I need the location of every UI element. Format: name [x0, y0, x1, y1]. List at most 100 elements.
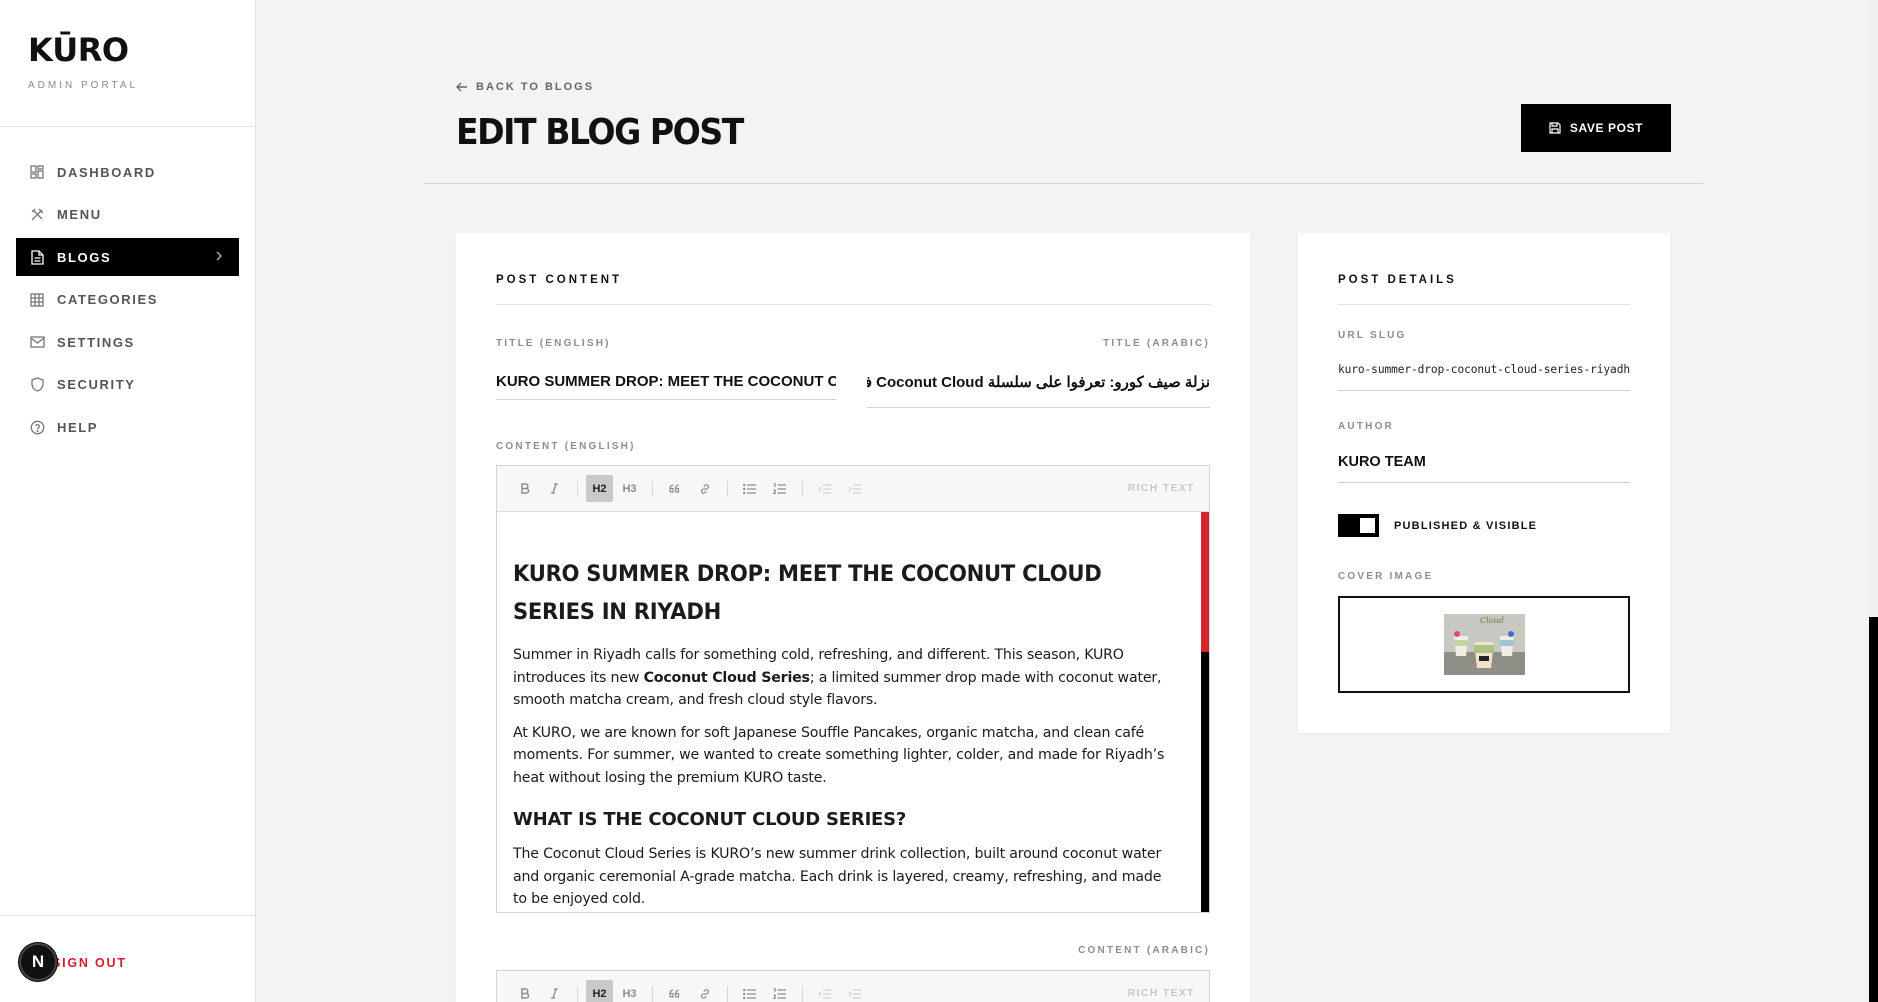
- bullet-list-button[interactable]: [736, 475, 763, 502]
- published-label: PUBLISHED & VISIBLE: [1394, 520, 1538, 532]
- bold-icon: [520, 988, 529, 999]
- content-paragraph: Summer in Riyadh calls for something col…: [513, 647, 1162, 708]
- sidebar-item-label: SECURITY: [57, 377, 136, 392]
- page-title: EDIT BLOG POST: [456, 112, 744, 153]
- toolbar-separator: [802, 480, 803, 497]
- editor-scrollbar-thumb[interactable]: [1201, 512, 1209, 652]
- published-toggle[interactable]: [1338, 514, 1379, 537]
- toolbar-separator: [727, 480, 728, 497]
- back-to-blogs-link[interactable]: BACK TO BLOGS: [456, 81, 594, 93]
- numbered-list-icon: [773, 483, 786, 494]
- sidebar: KŪRO ADMIN PORTAL DASHBOARD MENU BLOGS C…: [0, 0, 256, 1002]
- content-heading-3: WHAT IS THE COCONUT CLOUD SERIES?: [513, 809, 907, 830]
- rich-text-label: RICH TEXT: [1127, 988, 1195, 999]
- sidebar-item-dashboard[interactable]: DASHBOARD: [16, 153, 239, 191]
- heading-3-button[interactable]: H3: [616, 475, 643, 502]
- title-en-label: TITLE (ENGLISH): [496, 338, 611, 349]
- italic-button[interactable]: [541, 980, 568, 1002]
- italic-button[interactable]: [541, 475, 568, 502]
- sidebar-item-label: CATEGORIES: [57, 292, 158, 307]
- sidebar-item-help[interactable]: HELP: [16, 408, 239, 446]
- post-details-heading: POST DETAILS: [1338, 274, 1457, 286]
- arrow-left-icon: [456, 82, 467, 92]
- author-input[interactable]: KURO TEAM: [1338, 454, 1630, 483]
- numbered-list-button[interactable]: [766, 980, 793, 1002]
- rich-text-label: RICH TEXT: [1127, 483, 1195, 494]
- heading-3-button[interactable]: H3: [616, 980, 643, 1002]
- bullet-list-icon: [743, 483, 756, 494]
- utensils-icon: [29, 207, 45, 223]
- sidebar-item-security[interactable]: SECURITY: [16, 366, 239, 404]
- sidebar-item-categories[interactable]: CATEGORIES: [16, 281, 239, 319]
- help-icon: [29, 419, 45, 435]
- divider: [496, 304, 1210, 305]
- page-header: BACK TO BLOGS EDIT BLOG POST SAVE POST: [423, 42, 1703, 184]
- toolbar-separator: [577, 480, 578, 497]
- content-arabic-editor: H2 H3 RICH TEXT: [496, 970, 1210, 1002]
- sidebar-item-menu[interactable]: MENU: [16, 196, 239, 234]
- brand-logo[interactable]: KŪRO: [28, 34, 227, 66]
- post-details-card: POST DETAILS URL SLUG kuro-summer-drop-c…: [1298, 233, 1670, 733]
- post-content-card: POST CONTENT TITLE (ENGLISH) TITLE (ARAB…: [456, 233, 1250, 1002]
- sidebar-item-label: MENU: [57, 207, 102, 222]
- italic-icon: [551, 483, 558, 494]
- sign-out-button[interactable]: SIGN OUT: [52, 956, 127, 970]
- undo-button[interactable]: [811, 475, 838, 502]
- quote-button[interactable]: [661, 980, 688, 1002]
- content-en-label: CONTENT (ENGLISH): [496, 441, 636, 452]
- link-icon: [700, 988, 709, 999]
- title-english-input[interactable]: KURO SUMMER DROP: MEET THE COCONUT CLOUD…: [496, 373, 836, 400]
- toolbar-separator: [652, 480, 653, 497]
- content-heading-2: KURO SUMMER DROP: MEET THE COCONUT CLOUD…: [513, 562, 1102, 625]
- cover-cloud-text: Cloud: [1480, 616, 1504, 625]
- mail-icon: [29, 334, 45, 350]
- url-slug-input[interactable]: kuro-summer-drop-coconut-cloud-series-ri…: [1338, 363, 1630, 391]
- cover-image-dropzone[interactable]: Cloud: [1338, 596, 1630, 693]
- toolbar-separator: [577, 985, 578, 1002]
- bullet-list-icon: [743, 988, 756, 999]
- bullet-list-button[interactable]: [736, 980, 763, 1002]
- numbered-list-button[interactable]: [766, 475, 793, 502]
- indent-icon: [848, 988, 861, 999]
- cover-image-thumbnail: Cloud: [1444, 614, 1525, 675]
- heading-2-button[interactable]: H2: [586, 475, 613, 502]
- toolbar-separator: [727, 985, 728, 1002]
- redo-button[interactable]: [841, 475, 868, 502]
- quote-icon: [669, 989, 680, 998]
- toolbar-separator: [652, 985, 653, 1002]
- outdent-icon: [818, 483, 831, 494]
- dev-tools-badge[interactable]: N: [19, 943, 57, 981]
- save-post-button[interactable]: SAVE POST: [1521, 104, 1671, 152]
- sidebar-item-label: SETTINGS: [57, 334, 135, 350]
- sidebar-item-label: DASHBOARD: [57, 164, 156, 180]
- link-button[interactable]: [691, 475, 718, 502]
- heading-2-button[interactable]: H2: [586, 980, 613, 1002]
- link-icon: [700, 483, 709, 494]
- sidebar-item-settings[interactable]: SETTINGS: [16, 323, 239, 361]
- editor-toolbar: H2 H3 RICH TEXT: [497, 971, 1209, 1002]
- editor-content-area[interactable]: KURO SUMMER DROP: MEET THE COCONUT CLOUD…: [497, 512, 1209, 912]
- italic-icon: [551, 988, 558, 999]
- save-icon: [1549, 122, 1561, 134]
- content-ar-label: CONTENT (ARABIC): [1078, 945, 1210, 956]
- grid-icon: [29, 292, 45, 308]
- bold-button[interactable]: [511, 980, 538, 1002]
- document-icon: [29, 249, 45, 265]
- dashboard-icon: [29, 164, 45, 180]
- editor-toolbar: H2 H3 RICH TEXT: [497, 466, 1209, 512]
- drink-cups-illustration: Cloud: [1444, 614, 1525, 675]
- page-scrollbar-thumb[interactable]: [1869, 617, 1878, 1002]
- outdent-icon: [818, 988, 831, 999]
- cover-image-label: COVER IMAGE: [1338, 571, 1434, 582]
- redo-button[interactable]: [841, 980, 868, 1002]
- back-label: BACK TO BLOGS: [476, 81, 595, 93]
- numbered-list-icon: [773, 988, 786, 999]
- title-arabic-input[interactable]: نزلة صيف كورو: تعرفوا على سلسلة Coconut …: [867, 373, 1210, 408]
- quote-button[interactable]: [661, 475, 688, 502]
- sidebar-item-label: BLOGS: [57, 249, 112, 265]
- bold-button[interactable]: [511, 475, 538, 502]
- sidebar-item-label: HELP: [57, 419, 99, 435]
- undo-button[interactable]: [811, 980, 838, 1002]
- sidebar-item-blogs[interactable]: BLOGS: [16, 238, 239, 276]
- link-button[interactable]: [691, 980, 718, 1002]
